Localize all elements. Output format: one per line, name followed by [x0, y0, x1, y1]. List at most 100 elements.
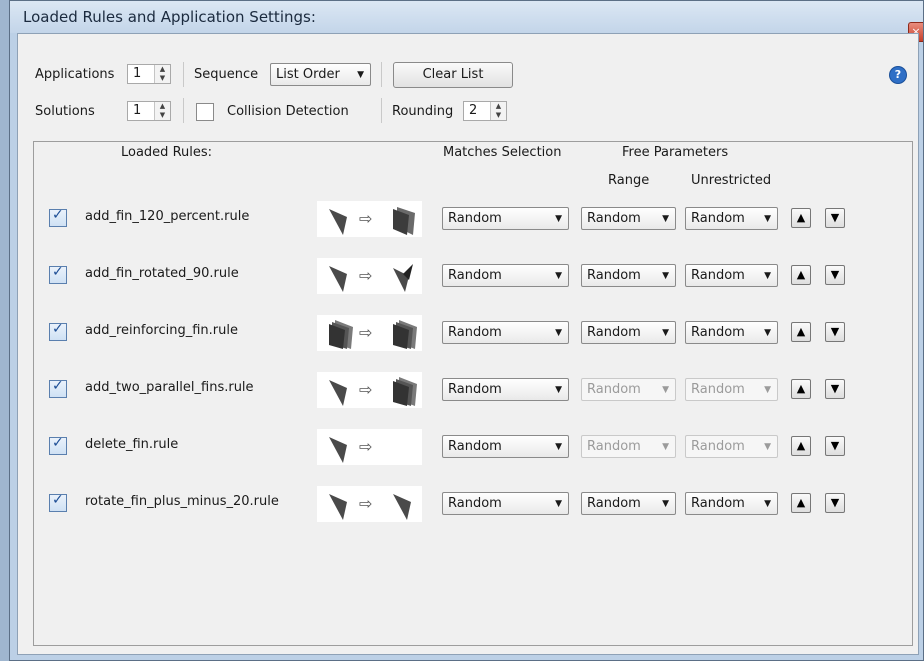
- move-down-button[interactable]: ▼: [825, 493, 845, 513]
- arrow-up-icon: ▲: [796, 268, 806, 281]
- rule-preview: ⇨: [317, 258, 422, 294]
- chevron-down-icon: ▼: [357, 70, 364, 80]
- spin-up-icon[interactable]: ▲: [155, 65, 170, 74]
- chevron-down-icon: ▼: [662, 271, 669, 281]
- loaded-rules-header: Loaded Rules:: [121, 145, 213, 160]
- separator: [183, 62, 184, 87]
- unrestricted-dropdown[interactable]: Random ▼: [685, 378, 778, 401]
- move-up-button[interactable]: ▲: [791, 379, 811, 399]
- rule-row: ✓ add_fin_rotated_90.rule ⇨ Random ▼ Ran…: [34, 255, 912, 295]
- range-dropdown[interactable]: Random ▼: [581, 264, 676, 287]
- rule-enabled-checkbox[interactable]: ✓: [49, 321, 67, 341]
- fin-shape-icon: [393, 320, 417, 349]
- move-down-button[interactable]: ▼: [825, 436, 845, 456]
- matches-selection-dropdown[interactable]: Random ▼: [442, 264, 569, 287]
- matches-selection-dropdown[interactable]: Random ▼: [442, 321, 569, 344]
- chevron-down-icon: ▼: [764, 328, 771, 338]
- rule-name: add_two_parallel_fins.rule: [85, 380, 254, 395]
- matches-selection-dropdown[interactable]: Random ▼: [442, 207, 569, 230]
- sequence-value: List Order: [276, 67, 340, 82]
- unrestricted-dropdown[interactable]: Random ▼: [685, 321, 778, 344]
- spin-up-icon[interactable]: ▲: [155, 102, 170, 111]
- move-up-button[interactable]: ▲: [791, 493, 811, 513]
- unrestricted-dropdown[interactable]: Random ▼: [685, 435, 778, 458]
- clear-list-button[interactable]: Clear List: [393, 62, 513, 88]
- unrestricted-dropdown[interactable]: Random ▼: [685, 264, 778, 287]
- unrestricted-value: Random: [691, 439, 745, 454]
- move-down-button[interactable]: ▼: [825, 322, 845, 342]
- applications-spin-arrows[interactable]: ▲ ▼: [154, 65, 170, 83]
- range-dropdown[interactable]: Random ▼: [581, 207, 676, 230]
- unrestricted-value: Random: [691, 382, 745, 397]
- applications-value: 1: [133, 66, 142, 81]
- arrow-up-icon: ▲: [796, 325, 806, 338]
- rule-name: delete_fin.rule: [85, 437, 179, 452]
- move-down-button[interactable]: ▼: [825, 208, 845, 228]
- check-icon: ✓: [52, 321, 64, 337]
- transform-arrow-icon: ⇨: [359, 209, 373, 228]
- solutions-label: Solutions: [35, 104, 95, 119]
- collision-detection-checkbox[interactable]: [196, 103, 214, 121]
- spin-down-icon[interactable]: ▼: [155, 111, 170, 120]
- chevron-down-icon: ▼: [662, 214, 669, 224]
- rounding-spinner[interactable]: 2 ▲ ▼: [463, 101, 507, 121]
- move-up-button[interactable]: ▲: [791, 208, 811, 228]
- fin-shape-icon: [329, 320, 353, 349]
- range-dropdown[interactable]: Random ▼: [581, 321, 676, 344]
- rule-enabled-checkbox[interactable]: ✓: [49, 207, 67, 227]
- range-dropdown[interactable]: Random ▼: [581, 378, 676, 401]
- rounding-label: Rounding: [392, 104, 454, 119]
- range-dropdown[interactable]: Random ▼: [581, 435, 676, 458]
- transform-arrow-icon: ⇨: [359, 437, 373, 456]
- title-bar: Loaded Rules and Application Settings: ×: [10, 1, 923, 42]
- matches-selection-value: Random: [448, 496, 502, 511]
- check-icon: ✓: [52, 492, 64, 508]
- unrestricted-dropdown[interactable]: Random ▼: [685, 492, 778, 515]
- matches-selection-dropdown[interactable]: Random ▼: [442, 435, 569, 458]
- arrow-up-icon: ▲: [796, 211, 806, 224]
- rule-row: ✓ rotate_fin_plus_minus_20.rule ⇨ Random…: [34, 483, 912, 523]
- sequence-label: Sequence: [194, 67, 259, 82]
- rounding-spin-arrows[interactable]: ▲ ▼: [490, 102, 506, 120]
- rule-enabled-checkbox[interactable]: ✓: [49, 378, 67, 398]
- arrow-down-icon: ▼: [830, 268, 840, 281]
- fin-shape-icon: [329, 209, 347, 235]
- fin-shape-icon: [329, 266, 347, 292]
- rule-enabled-checkbox[interactable]: ✓: [49, 435, 67, 455]
- chevron-down-icon: ▼: [555, 442, 562, 452]
- move-up-button[interactable]: ▲: [791, 436, 811, 456]
- fin-shape-icon: [393, 264, 413, 292]
- chevron-down-icon: ▼: [764, 271, 771, 281]
- solutions-spin-arrows[interactable]: ▲ ▼: [154, 102, 170, 120]
- sequence-dropdown[interactable]: List Order ▼: [270, 63, 371, 86]
- fin-shape: [329, 437, 347, 463]
- separator: [381, 98, 382, 123]
- unrestricted-dropdown[interactable]: Random ▼: [685, 207, 778, 230]
- move-up-button[interactable]: ▲: [791, 322, 811, 342]
- spin-down-icon[interactable]: ▼: [491, 111, 506, 120]
- range-header: Range: [608, 173, 650, 188]
- matches-selection-dropdown[interactable]: Random ▼: [442, 378, 569, 401]
- matches-selection-value: Random: [448, 268, 502, 283]
- separator: [183, 98, 184, 123]
- range-value: Random: [587, 496, 641, 511]
- move-down-button[interactable]: ▼: [825, 265, 845, 285]
- range-dropdown[interactable]: Random ▼: [581, 492, 676, 515]
- spin-down-icon[interactable]: ▼: [155, 74, 170, 83]
- check-icon: ✓: [52, 207, 64, 223]
- rule-row: ✓ add_reinforcing_fin.rule ⇨ Random ▼ Ra…: [34, 312, 912, 352]
- chevron-down-icon: ▼: [764, 442, 771, 452]
- fin-shape: [329, 494, 347, 520]
- help-icon[interactable]: ?: [890, 67, 906, 83]
- move-up-button[interactable]: ▲: [791, 265, 811, 285]
- applications-spinner[interactable]: 1 ▲ ▼: [127, 64, 171, 84]
- chevron-down-icon: ▼: [662, 328, 669, 338]
- rule-enabled-checkbox[interactable]: ✓: [49, 492, 67, 512]
- chevron-down-icon: ▼: [662, 499, 669, 509]
- spin-up-icon[interactable]: ▲: [491, 102, 506, 111]
- solutions-spinner[interactable]: 1 ▲ ▼: [127, 101, 171, 121]
- check-icon: ✓: [52, 378, 64, 394]
- move-down-button[interactable]: ▼: [825, 379, 845, 399]
- rule-enabled-checkbox[interactable]: ✓: [49, 264, 67, 284]
- matches-selection-dropdown[interactable]: Random ▼: [442, 492, 569, 515]
